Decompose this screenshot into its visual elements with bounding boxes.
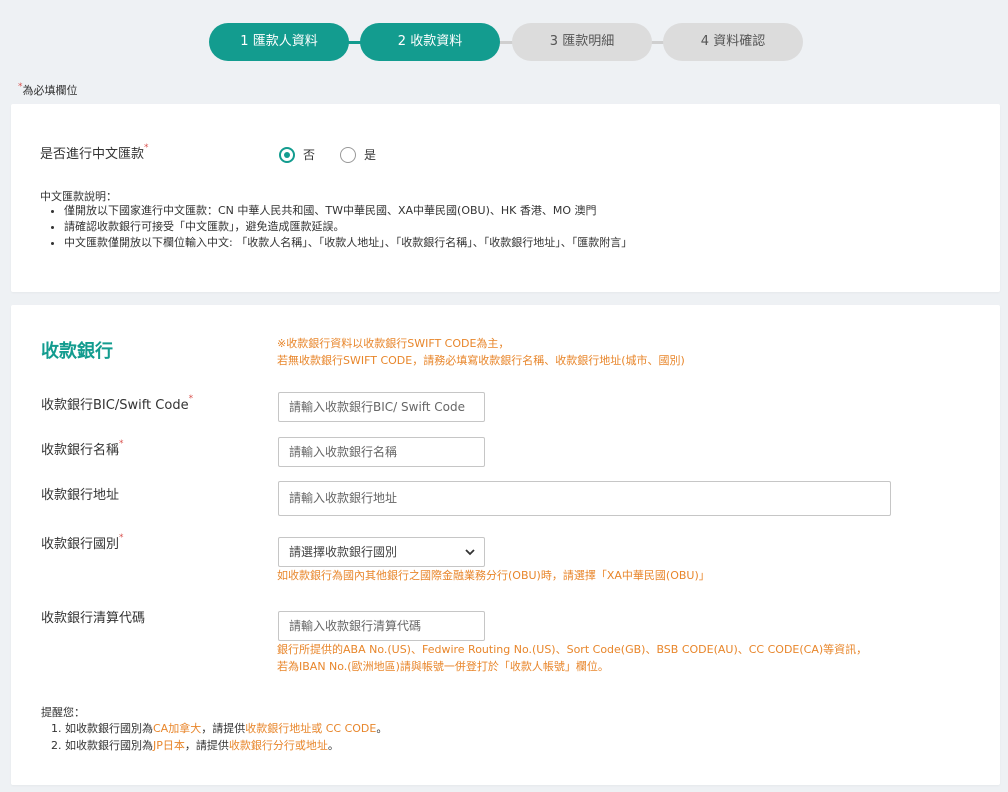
clearing-code-input[interactable]: 請輸入收款銀行清算代碼 — [278, 611, 485, 641]
progress-stepper: 1 匯款人資料 2 收款資料 3 匯款明細 4 資料確認 — [0, 23, 1008, 61]
radio-option-no[interactable]: 否 — [279, 146, 315, 163]
desc-item: 僅開放以下國家進行中文匯款：CN 中華人民共和國、TW中華民國、XA中華民國(O… — [64, 203, 632, 219]
bank-country-label-text: 收款銀行國別 — [41, 537, 120, 552]
swift-code-input[interactable]: 請輸入收款銀行BIC/ Swift Code — [278, 392, 485, 422]
reminder-country: CA加拿大 — [153, 722, 202, 735]
radio-unchecked-icon[interactable] — [340, 146, 356, 163]
desc-item: 中文匯款僅開放以下欄位輸入中文: 「收款人名稱」、「收款人地址」、「收款銀行名稱… — [64, 235, 632, 251]
swift-code-label: 收款銀行BIC/Swift Code* — [41, 394, 193, 413]
bank-country-label: 收款銀行國別* — [41, 533, 124, 552]
reminder-item: 2. 如收款銀行國別為JP日本，請提供收款銀行分行或地址。 — [51, 737, 387, 754]
reminder-text: ，請提供 — [184, 739, 229, 752]
desc-item: 請確認收款銀行可接受「中文匯款」，避免造成匯款延誤。 — [64, 219, 632, 235]
chinese-remittance-card: 是否進行中文匯款* 否 是 中文匯款說明： 僅開放以下國家進行中文匯款：CN 中… — [11, 104, 1000, 292]
reminder-text: 。 — [327, 739, 339, 752]
section-title-receiving-bank: 收款銀行 — [41, 341, 113, 362]
radio-checked-icon[interactable] — [279, 146, 295, 163]
bank-country-selected-value: 請選擇收款銀行國別 — [289, 545, 398, 559]
required-star-icon: * — [188, 394, 194, 404]
chinese-remit-question: 是否進行中文匯款* — [40, 143, 149, 162]
required-star-icon: * — [144, 143, 149, 153]
clearing-code-label: 收款銀行清算代碼 — [41, 611, 146, 626]
swift-notice-line: ※收款銀行資料以收款銀行SWIFT CODE為主， — [277, 337, 510, 350]
bank-address-input[interactable]: 請輸入收款銀行地址 — [278, 481, 891, 516]
chevron-down-icon — [464, 538, 476, 566]
bank-name-input[interactable]: 請輸入收款銀行名稱 — [278, 437, 485, 467]
chinese-remit-question-text: 是否進行中文匯款 — [40, 147, 145, 162]
reminder-item: 1. 如收款銀行國別為CA加拿大，請提供收款銀行地址或 CC CODE。 — [51, 720, 387, 737]
swift-notice-line: 若無收款銀行SWIFT CODE，請務必填寫收款銀行名稱、收款銀行地址(城市、國… — [277, 354, 685, 367]
chinese-remit-desc-list: 僅開放以下國家進行中文匯款：CN 中華人民共和國、TW中華民國、XA中華民國(O… — [36, 203, 632, 251]
swift-notice: ※收款銀行資料以收款銀行SWIFT CODE為主， 若無收款銀行SWIFT CO… — [277, 335, 685, 369]
clearing-code-hint: 銀行所提供的ABA No.(US)、Fedwire Routing No.(US… — [277, 641, 867, 675]
reminder-text: 2. 如收款銀行國別為 — [51, 739, 153, 752]
required-note-text: 為必填欄位 — [22, 84, 78, 97]
bank-country-select[interactable]: 請選擇收款銀行國別 — [278, 537, 485, 567]
reminder-list: 1. 如收款銀行國別為CA加拿大，請提供收款銀行地址或 CC CODE。 2. … — [51, 720, 387, 754]
radio-yes-label: 是 — [364, 148, 377, 162]
reminder-text: 1. 如收款銀行國別為 — [51, 722, 153, 735]
swift-code-label-text: 收款銀行BIC/Swift Code — [41, 398, 189, 413]
radio-option-yes[interactable]: 是 — [340, 146, 376, 163]
bank-name-label-text: 收款銀行名稱 — [41, 443, 120, 458]
step-2-payee-info[interactable]: 2 收款資料 — [360, 23, 500, 61]
reminder-country: JP日本 — [153, 739, 185, 752]
required-field-note: *為必填欄位 — [18, 82, 78, 98]
step-1-remitter-info[interactable]: 1 匯款人資料 — [209, 23, 349, 61]
chinese-remit-desc-title: 中文匯款說明： — [40, 190, 117, 203]
radio-no-label: 否 — [303, 148, 316, 162]
clearing-hint-line: 銀行所提供的ABA No.(US)、Fedwire Routing No.(US… — [277, 643, 868, 656]
receiving-bank-card: 收款銀行 ※收款銀行資料以收款銀行SWIFT CODE為主， 若無收款銀行SWI… — [11, 305, 1000, 785]
reminder-requirement: 收款銀行分行或地址 — [228, 739, 328, 752]
reminder-requirement: 收款銀行地址或 CC CODE — [245, 722, 377, 735]
step-4-confirmation: 4 資料確認 — [663, 23, 803, 61]
required-star-icon: * — [119, 533, 124, 543]
clearing-hint-line: 若為IBAN No.(歐洲地區)請與帳號一併登打於「收款人帳號」欄位。 — [277, 660, 609, 673]
reminder-text: ，請提供 — [201, 722, 246, 735]
required-star-icon: * — [119, 439, 124, 449]
bank-address-label: 收款銀行地址 — [41, 488, 120, 503]
step-3-remittance-details: 3 匯款明細 — [512, 23, 652, 61]
bank-name-label: 收款銀行名稱* — [41, 439, 124, 458]
reminder-title: 提醒您： — [41, 706, 85, 719]
reminder-text: 。 — [376, 722, 388, 735]
bank-country-hint: 如收款銀行為國內其他銀行之國際金融業務分行(OBU)時，請選擇「XA中華民國(O… — [277, 569, 710, 582]
